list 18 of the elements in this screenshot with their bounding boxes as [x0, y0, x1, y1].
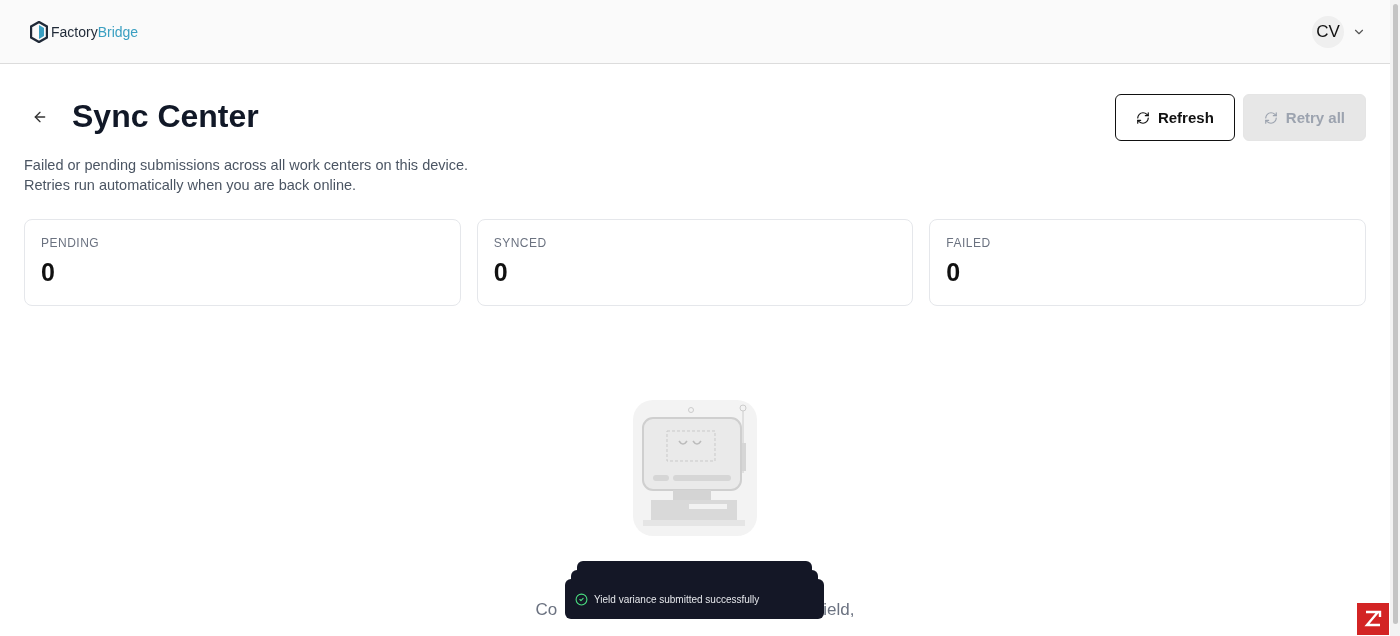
page-title: Sync Center	[72, 98, 259, 135]
stat-value: 0	[946, 258, 962, 287]
page-description: Failed or pending submissions across all work centers on this device. Retries run automatically when you are back online.	[24, 156, 470, 195]
empty-state-text: Co	[535, 600, 558, 620]
stat-label: FAILED	[946, 236, 992, 250]
check-circle-icon	[575, 592, 588, 606]
empty-state-text: ield,	[823, 600, 855, 620]
toast-message: Yield variance submitted successfully	[594, 593, 760, 605]
action-button[interactable]: Refresh	[1114, 94, 1235, 141]
stat-value: 0	[493, 258, 509, 287]
refresh-icon	[1135, 110, 1150, 125]
logo-text: FactoryBridge	[51, 23, 139, 40]
refresh-icon	[1263, 110, 1278, 125]
stat-value: 0	[41, 258, 56, 287]
stat-label: SYNCED	[493, 236, 548, 250]
stat-label: PENDING	[41, 236, 101, 250]
logo-icon	[30, 20, 48, 43]
z-logo-icon[interactable]	[1357, 603, 1389, 635]
